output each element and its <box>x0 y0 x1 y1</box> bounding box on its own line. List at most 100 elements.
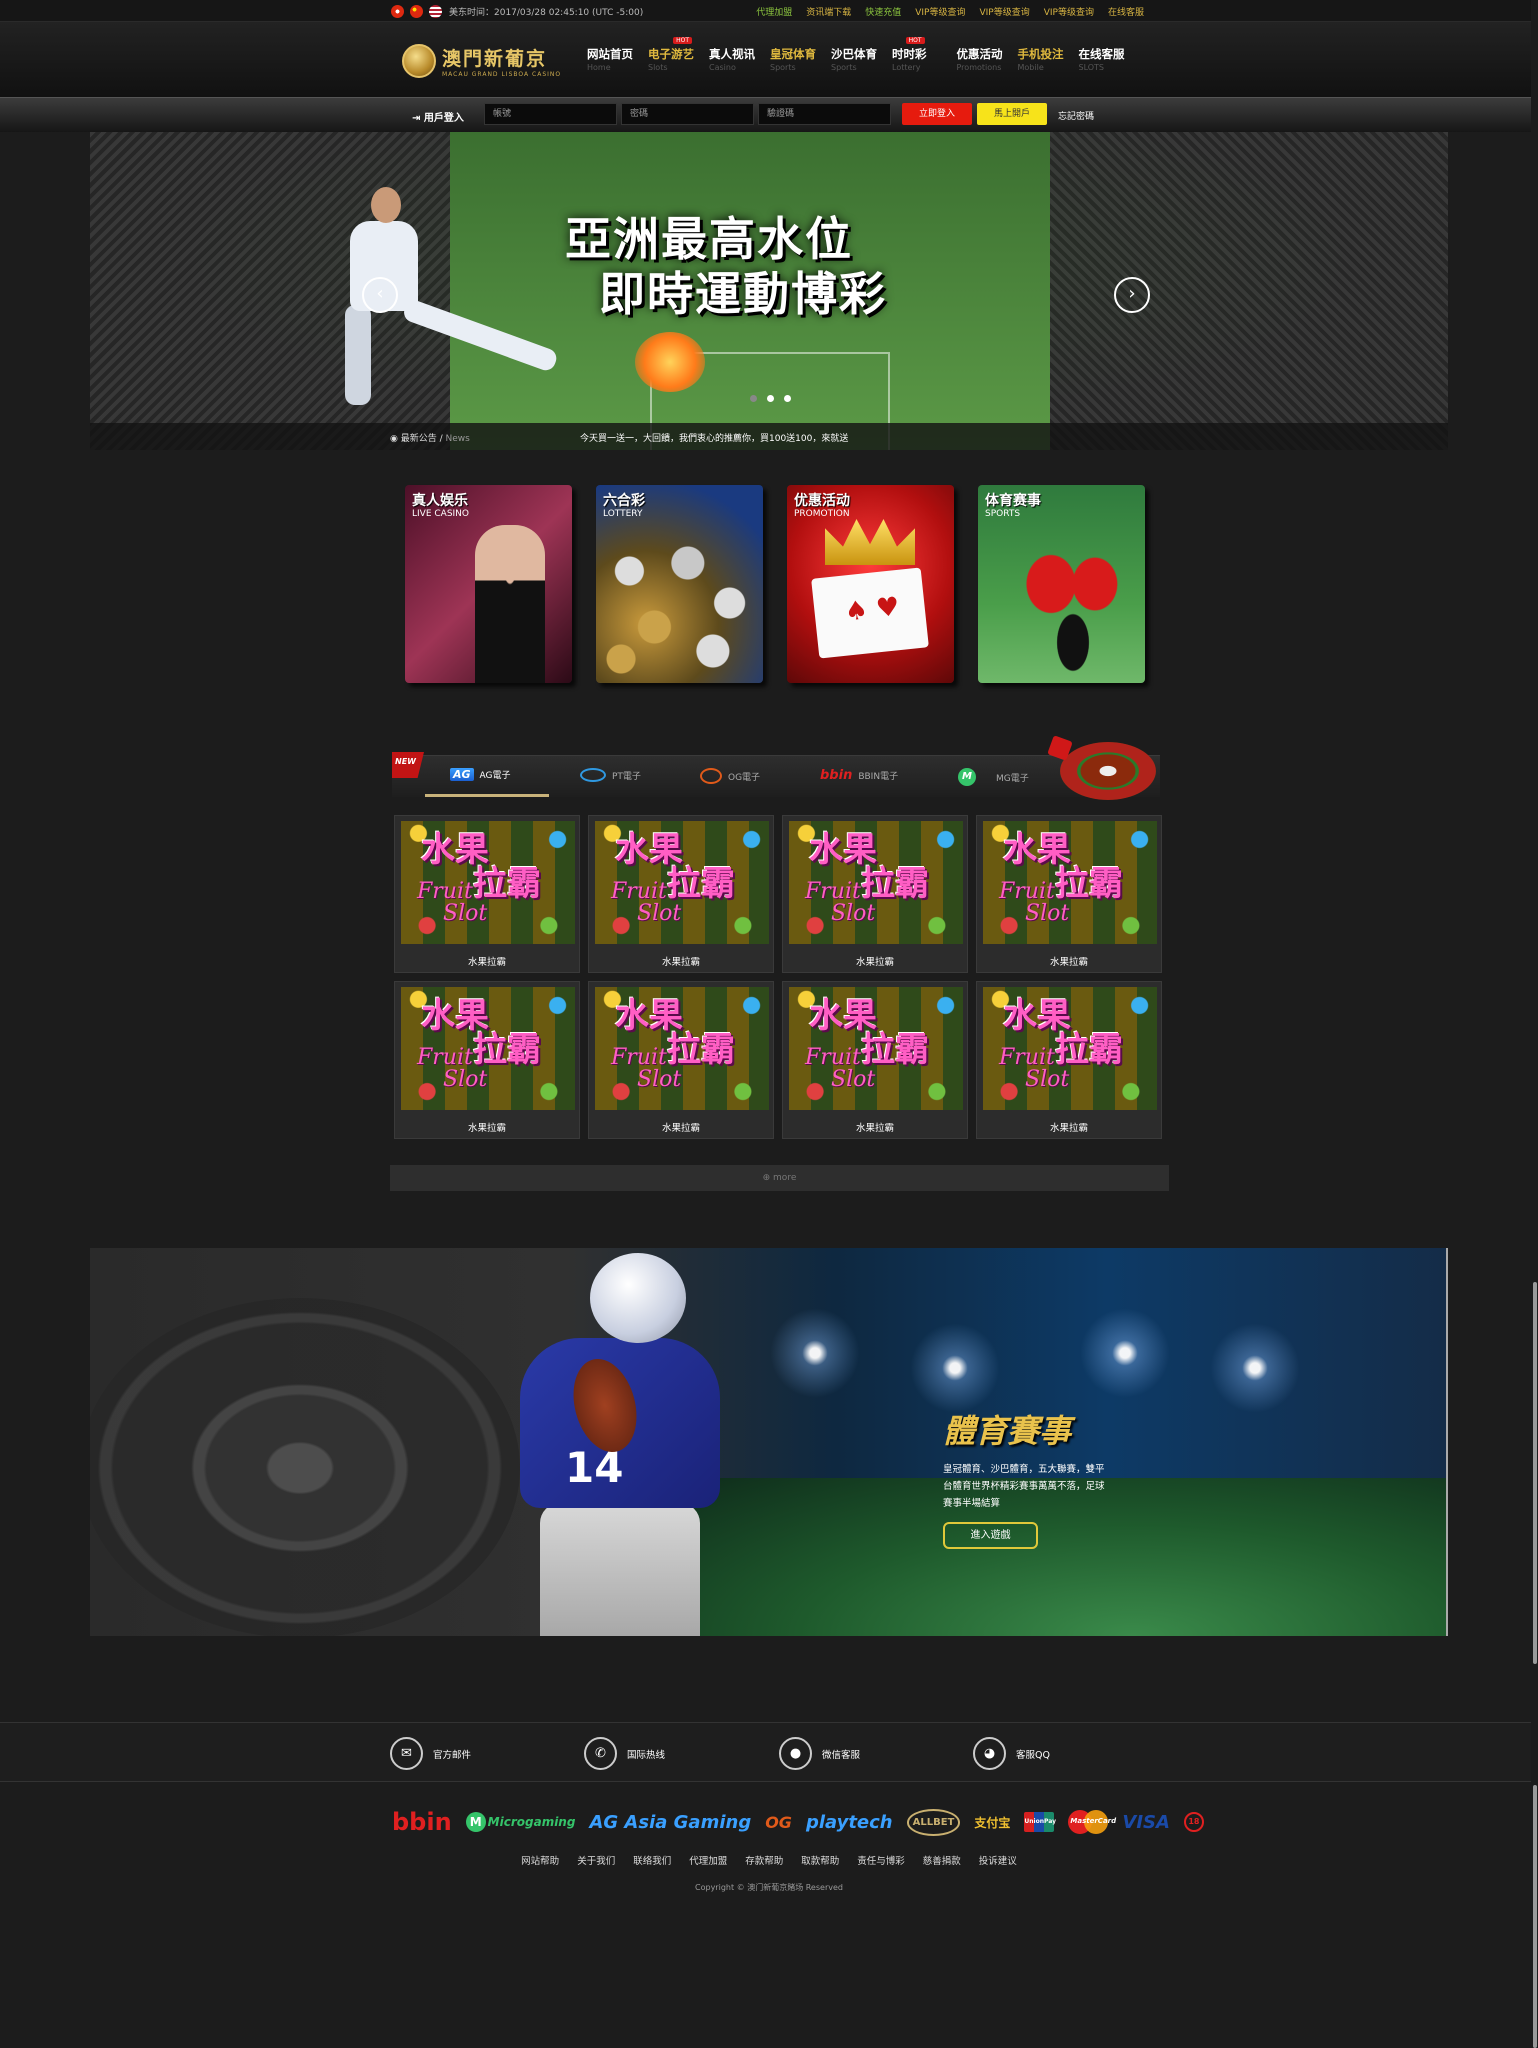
tab-pt[interactable]: PT電子 <box>580 768 641 782</box>
hk-flag-icon[interactable] <box>391 5 404 18</box>
game-thumbnail[interactable]: 水果 拉霸 Fruit Slot <box>401 987 575 1110</box>
banner-dot-3[interactable] <box>784 395 791 402</box>
game-card[interactable]: 水果 拉霸 Fruit Slot 水果拉霸 <box>394 981 580 1139</box>
us-flag-icon[interactable] <box>429 5 442 18</box>
nav-slots[interactable]: HOT 电子游艺 Slots <box>648 37 694 72</box>
game-card[interactable]: 水果 拉霸 Fruit Slot 水果拉霸 <box>976 815 1162 973</box>
main-nav: 网站首页 Home HOT 电子游艺 Slots 真人视讯 Casino 皇冠体育 Spo… <box>587 37 1140 72</box>
category-lottery[interactable]: 六合彩 LOTTERY <box>596 485 763 683</box>
logo-name-cn: 澳門新葡京 <box>442 48 548 70</box>
more-games-button[interactable]: ⊕ more <box>390 1165 1169 1191</box>
sports-promo-banner: 14 體育賽事 皇冠體育、沙巴體育，五大聯賽，雙平台體育世界杯精彩賽事萬萬不落，… <box>90 1248 1448 1636</box>
news-text[interactable]: 今天買一送一，大回饋，我們衷心的推薦你，買100送100，來就送 <box>580 431 848 444</box>
asia-gaming-logo-icon: AG Asia Gaming <box>589 1811 752 1833</box>
captcha-input[interactable]: 驗證碼 <box>758 103 891 125</box>
game-thumbnail[interactable]: 水果 拉霸 Fruit Slot <box>983 821 1157 944</box>
contact-qq[interactable]: ◕ 客服QQ <box>973 1737 1050 1770</box>
og-logo-icon: OG <box>765 1812 792 1832</box>
banner-dot-1[interactable] <box>750 395 757 402</box>
stadium-light <box>1080 1308 1170 1398</box>
megaphone-icon: ◉ <box>390 434 401 444</box>
scrollbar-thumb-upper[interactable] <box>1533 1282 1537 1664</box>
top-link-vip-1[interactable]: VIP等级查询 <box>915 5 965 18</box>
footer-link-contact[interactable]: 联络我们 <box>633 1853 671 1867</box>
nav-casino[interactable]: 真人视讯 Casino <box>709 46 755 72</box>
footer-link-help[interactable]: 网站帮助 <box>521 1853 559 1867</box>
playing-cards-image <box>811 567 929 659</box>
game-card[interactable]: 水果 拉霸 Fruit Slot 水果拉霸 <box>976 981 1162 1139</box>
account-input[interactable]: 帳號 <box>484 103 617 125</box>
mail-icon: ✉ <box>390 1737 423 1770</box>
nav-support[interactable]: 在线客服 SLOTS <box>1079 46 1125 72</box>
nav-crown-sports[interactable]: 皇冠体育 Sports <box>770 46 816 72</box>
login-button[interactable]: 立即登入 <box>902 103 972 125</box>
stadium-crowd-right <box>1048 132 1448 450</box>
top-link-recharge[interactable]: 快速充值 <box>865 5 901 18</box>
category-promotion[interactable]: 优惠活动 PROMOTION <box>787 485 954 683</box>
fire-ball-image <box>635 332 705 392</box>
cn-flag-icon[interactable] <box>410 5 423 18</box>
mastercard-logo-icon: MasterCard <box>1068 1810 1116 1834</box>
footer-link-about[interactable]: 关于我们 <box>577 1853 615 1867</box>
scrollbar-thumb-lower[interactable] <box>1533 1785 1537 2048</box>
banner-dot-2[interactable] <box>767 395 774 402</box>
contact-email[interactable]: ✉ 官方邮件 <box>390 1737 471 1770</box>
top-strip: 美东时间：2017/03/28 02:45:10 (UTC -5:00) 代理加… <box>0 0 1538 22</box>
footer-link-deposit[interactable]: 存款帮助 <box>745 1853 783 1867</box>
nav-mobile[interactable]: 手机投注 Mobile <box>1018 46 1064 72</box>
nav-saba-sports[interactable]: 沙巴体育 Sports <box>831 46 877 72</box>
game-thumbnail[interactable]: 水果 拉霸 Fruit Slot <box>401 821 575 944</box>
logo-emblem-icon <box>402 44 436 78</box>
footer-link-withdraw[interactable]: 取款帮助 <box>801 1853 839 1867</box>
tab-og[interactable]: OG電子 <box>700 768 760 784</box>
stadium-light <box>1210 1323 1300 1413</box>
game-card[interactable]: 水果 拉霸 Fruit Slot 水果拉霸 <box>782 981 968 1139</box>
register-button[interactable]: 馬上開戶 <box>977 103 1047 125</box>
crown-image <box>825 519 915 565</box>
game-card[interactable]: 水果 拉霸 Fruit Slot 水果拉霸 <box>588 815 774 973</box>
nav-lottery[interactable]: HOT 时时彩 Lottery <box>892 37 927 72</box>
game-thumbnail[interactable]: 水果 拉霸 Fruit Slot <box>789 987 963 1110</box>
contact-wechat[interactable]: ● 微信客服 <box>779 1737 860 1770</box>
game-thumbnail[interactable]: 水果 拉霸 Fruit Slot <box>595 821 769 944</box>
forgot-password-link[interactable]: 忘記密碼 <box>1058 109 1094 122</box>
nav-home[interactable]: 网站首页 Home <box>587 46 633 72</box>
promo-description: 皇冠體育、沙巴體育，五大聯賽，雙平台體育世界杯精彩賽事萬萬不落，足球賽事半場結算 <box>943 1464 1105 1509</box>
top-link-vip-2[interactable]: VIP等级查询 <box>979 5 1029 18</box>
tab-mg[interactable]: M MG電子 <box>958 768 1029 786</box>
enter-game-button[interactable]: 進入遊戲 <box>943 1522 1038 1549</box>
game-thumbnail[interactable]: 水果 拉霸 Fruit Slot <box>983 987 1157 1110</box>
og-logo-icon <box>700 768 722 784</box>
game-card[interactable]: 水果 拉霸 Fruit Slot 水果拉霸 <box>394 815 580 973</box>
game-title: 水果拉霸 <box>1049 957 1088 968</box>
password-input[interactable]: 密碼 <box>621 103 754 125</box>
game-thumbnail[interactable]: 水果 拉霸 Fruit Slot <box>789 821 963 944</box>
top-link-download[interactable]: 资讯端下载 <box>806 5 851 18</box>
top-link-agent[interactable]: 代理加盟 <box>756 5 792 18</box>
game-thumbnail[interactable]: 水果 拉霸 Fruit Slot <box>595 987 769 1110</box>
site-logo[interactable]: 澳門新葡京 MACAU GRAND LISBOA CASINO <box>402 36 570 86</box>
age-18-icon: 18 <box>1183 1812 1204 1832</box>
category-live-casino[interactable]: 真人娱乐 LIVE CASINO <box>405 485 572 683</box>
phone-icon: ✆ <box>584 1737 617 1770</box>
nav-promotions[interactable]: 优惠活动 Promotions <box>957 46 1003 72</box>
top-link-vip-3[interactable]: VIP等级查询 <box>1044 5 1094 18</box>
top-link-support[interactable]: 在线客服 <box>1108 5 1144 18</box>
lottery-balls-image <box>596 523 763 683</box>
footer-link-complaints[interactable]: 投诉建议 <box>979 1853 1017 1867</box>
category-sports[interactable]: 体育赛事 SPORTS <box>978 485 1145 683</box>
page-scrollbar[interactable] <box>1531 0 1538 2048</box>
game-title: 水果拉霸 <box>467 1123 506 1134</box>
banner-next-arrow-icon[interactable]: › <box>1114 277 1150 313</box>
tab-ag[interactable]: AG AG電子 <box>450 768 511 781</box>
footer-link-charity[interactable]: 慈善捐款 <box>923 1853 961 1867</box>
footer-link-agent[interactable]: 代理加盟 <box>689 1853 727 1867</box>
game-card[interactable]: 水果 拉霸 Fruit Slot 水果拉霸 <box>588 981 774 1139</box>
tab-bbin[interactable]: bbin BBIN電子 <box>820 768 898 783</box>
footer-link-responsible[interactable]: 责任与博彩 <box>857 1853 905 1867</box>
hot-badge: HOT <box>673 37 692 44</box>
game-card[interactable]: 水果 拉霸 Fruit Slot 水果拉霸 <box>782 815 968 973</box>
contact-phone[interactable]: ✆ 国际热线 <box>584 1737 665 1770</box>
banner-prev-arrow-icon[interactable]: ‹ <box>362 277 398 313</box>
pt-logo-icon <box>580 768 606 782</box>
